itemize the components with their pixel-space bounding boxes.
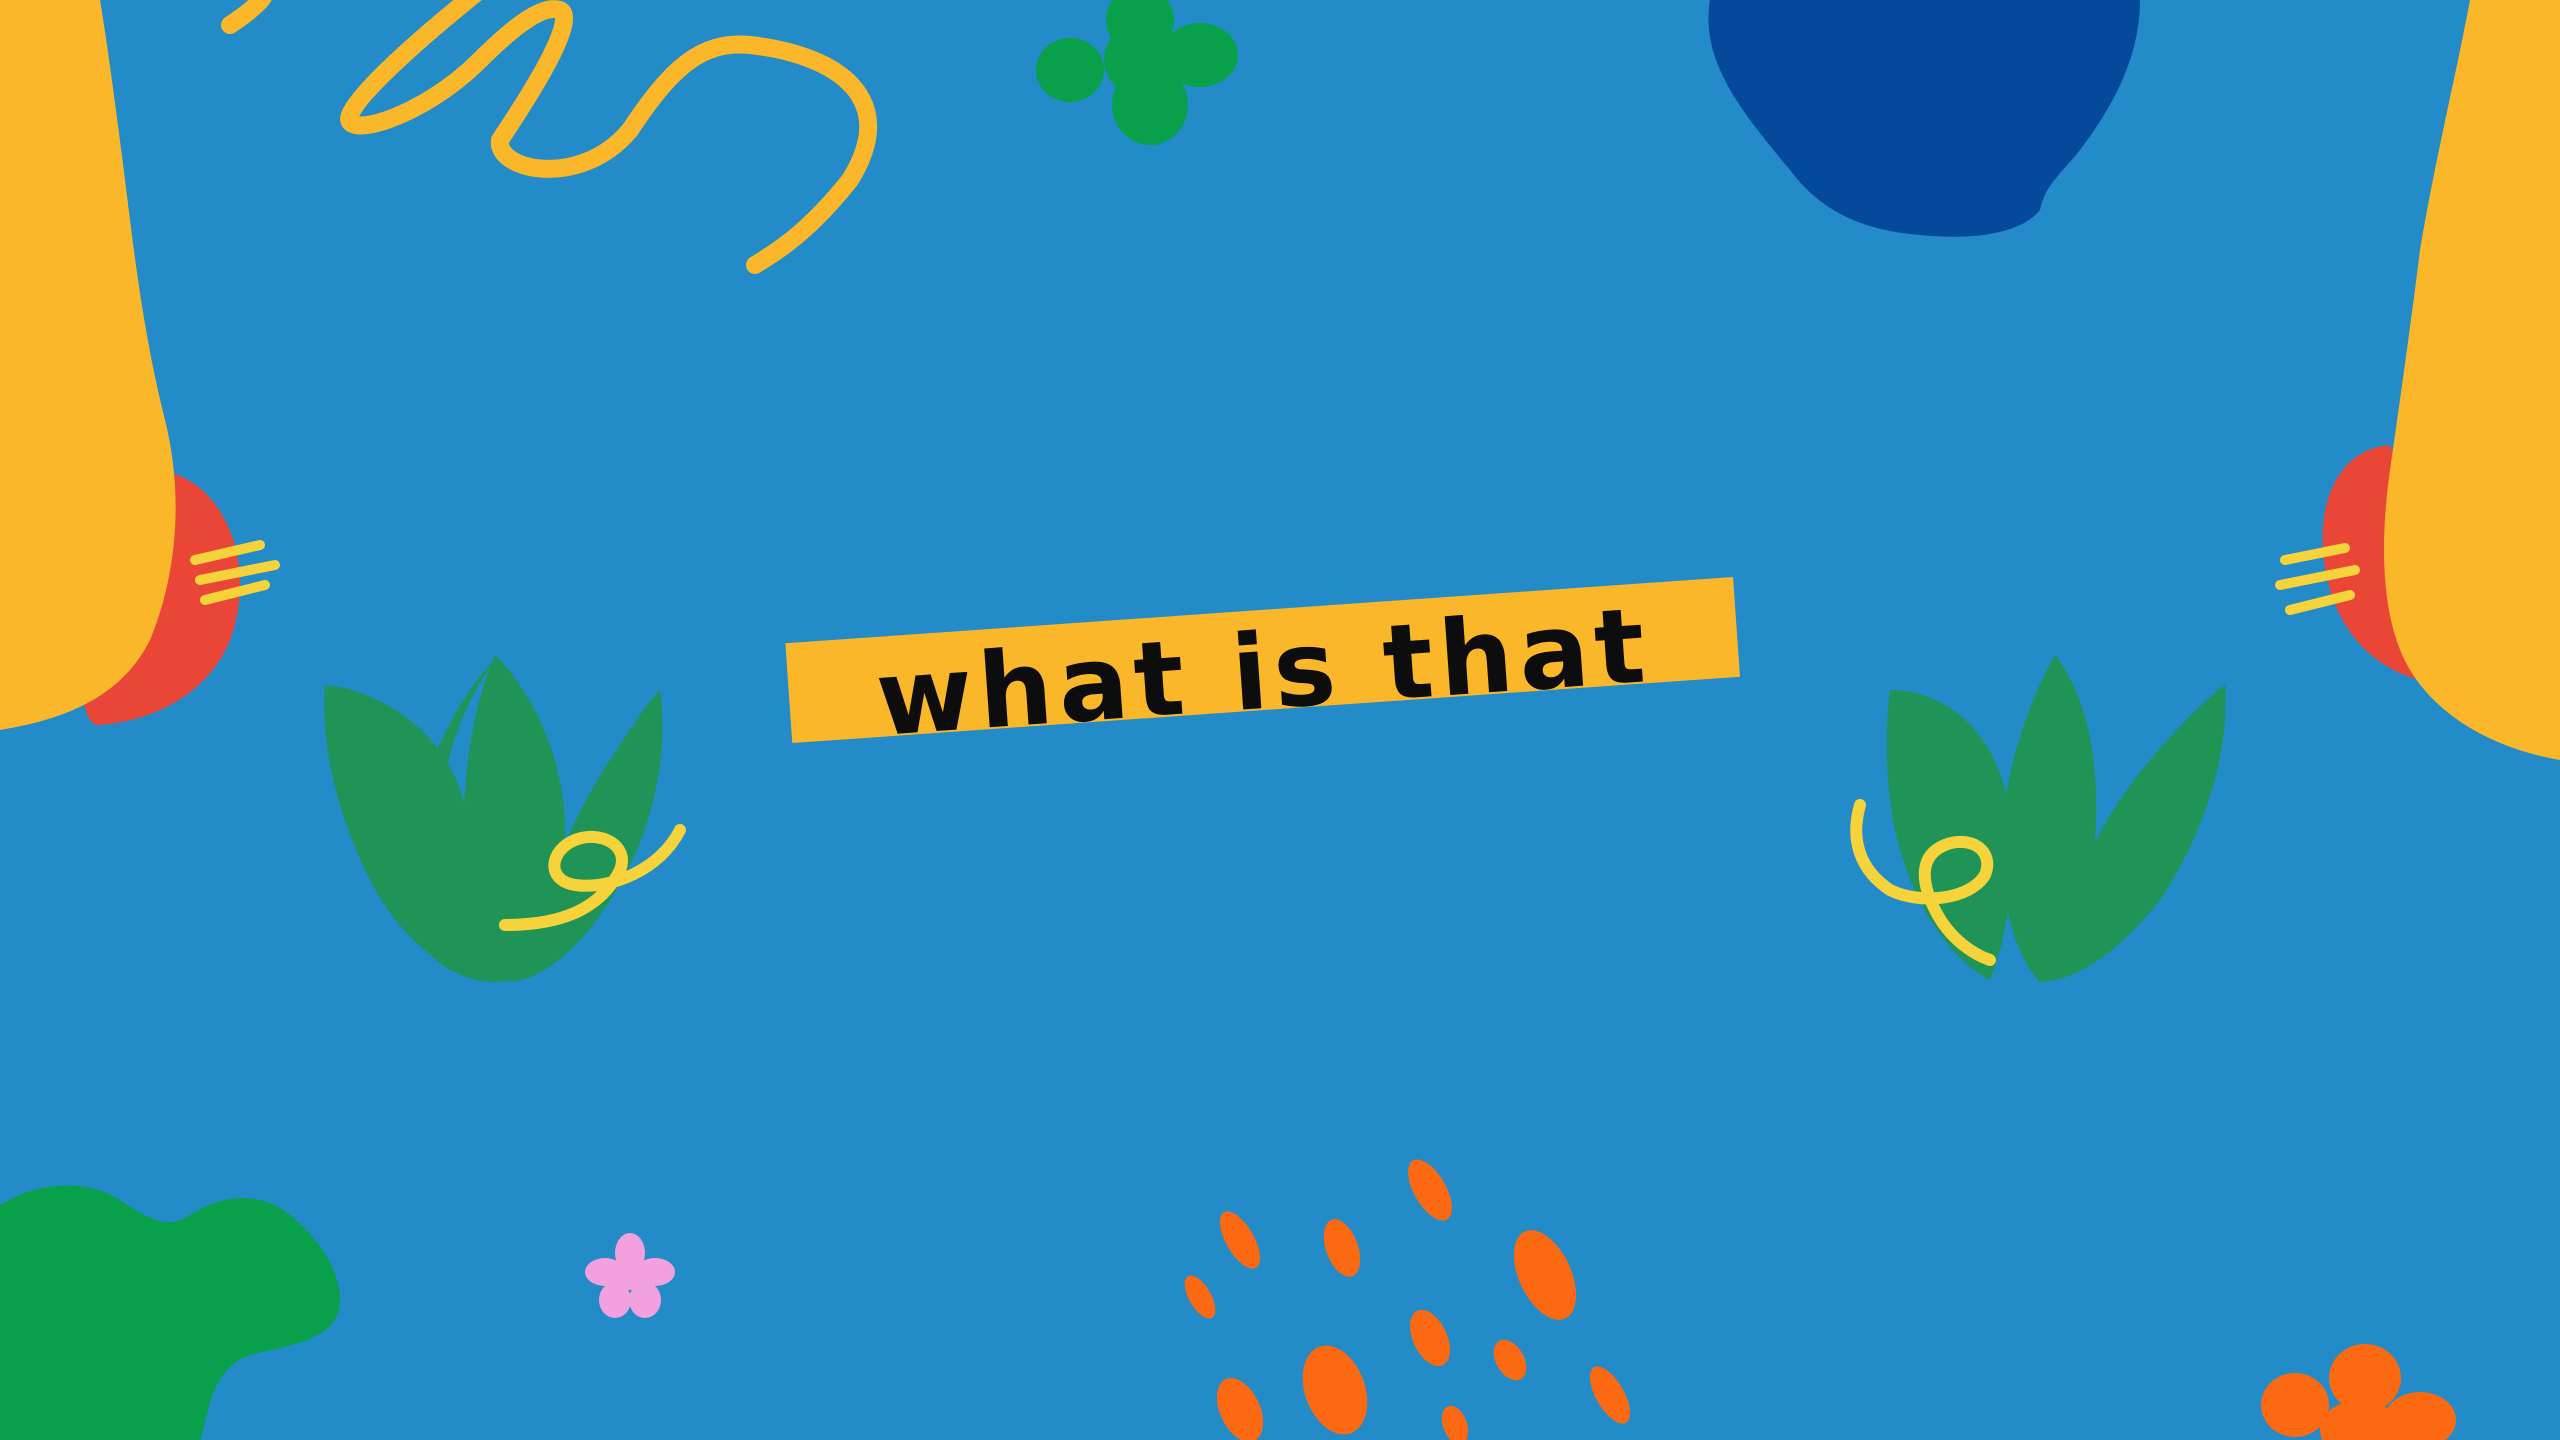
orange-flower-icon [2261,1344,2456,1440]
green-leaf-left [324,655,686,982]
orange-dots [1184,1159,1631,1440]
yellow-arm-left [0,0,176,730]
green-blob [0,1185,340,1440]
pink-flower-icon [585,1233,675,1318]
green-leaf-right [1850,655,2226,982]
green-clover-icon [1036,0,1238,145]
navy-blob [1708,0,2140,237]
yellow-swirl-doodle [221,0,878,274]
yellow-arm-right [2384,0,2560,760]
